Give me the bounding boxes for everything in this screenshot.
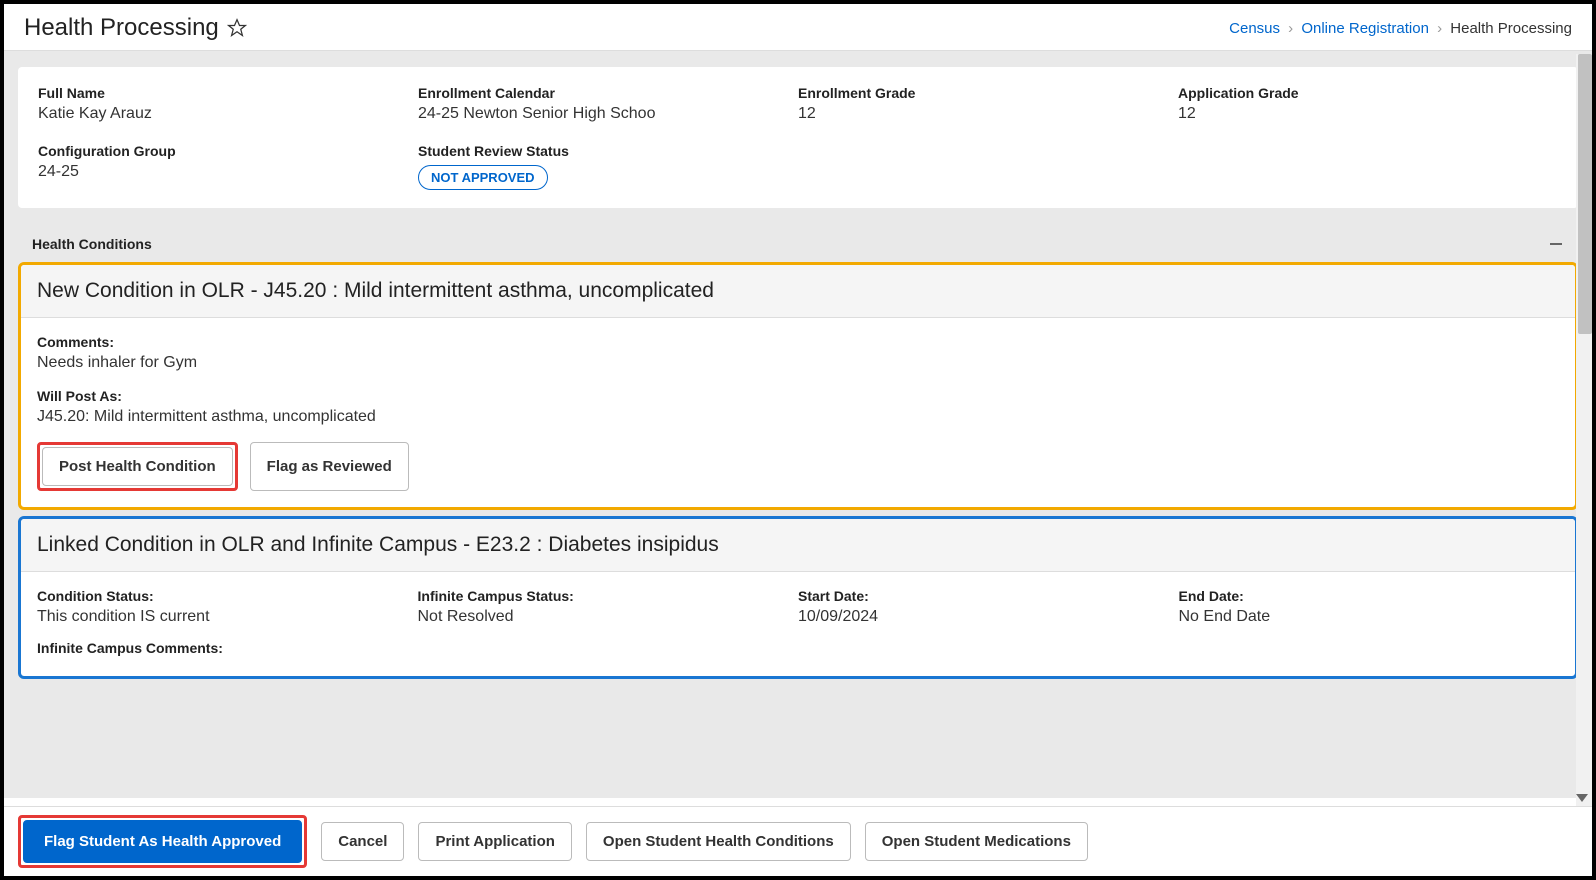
- comments-label: Comments:: [37, 334, 1559, 350]
- config-group-label: Configuration Group: [38, 143, 418, 159]
- chevron-right-icon: ›: [1437, 20, 1442, 37]
- breadcrumb-online-registration[interactable]: Online Registration: [1301, 20, 1429, 37]
- end-date-label: End Date:: [1179, 588, 1560, 604]
- linked-condition-header: Linked Condition in OLR and Infinite Cam…: [21, 519, 1575, 572]
- flag-as-reviewed-button[interactable]: Flag as Reviewed: [250, 442, 409, 491]
- condition-status-label: Condition Status:: [37, 588, 418, 604]
- cancel-button[interactable]: Cancel: [321, 822, 404, 861]
- info-full-name: Full Name Katie Kay Arauz: [38, 85, 418, 123]
- breadcrumb: Census › Online Registration › Health Pr…: [1229, 20, 1572, 37]
- end-date-value: No End Date: [1179, 608, 1560, 626]
- info-review-status: Student Review Status NOT APPROVED: [418, 143, 798, 190]
- infinite-campus-status: Infinite Campus Status: Not Resolved: [418, 588, 799, 640]
- student-info-card: Full Name Katie Kay Arauz Enrollment Cal…: [18, 67, 1578, 208]
- action-footer: Flag Student As Health Approved Cancel P…: [4, 806, 1592, 876]
- campus-status-value: Not Resolved: [418, 608, 799, 626]
- start-date: Start Date: 10/09/2024: [798, 588, 1179, 640]
- page-title: Health Processing: [24, 14, 219, 42]
- scrollbar-track[interactable]: [1576, 54, 1592, 806]
- open-student-medications-button[interactable]: Open Student Medications: [865, 822, 1088, 861]
- linked-condition-card: Linked Condition in OLR and Infinite Cam…: [18, 516, 1578, 679]
- breadcrumb-current: Health Processing: [1450, 20, 1572, 37]
- application-grade-label: Application Grade: [1178, 85, 1558, 101]
- full-name-value: Katie Kay Arauz: [38, 105, 418, 123]
- application-grade-value: 12: [1178, 105, 1558, 123]
- highlight-box-red: Flag Student As Health Approved: [18, 815, 307, 868]
- status-badge: NOT APPROVED: [418, 165, 548, 190]
- comments-value: Needs inhaler for Gym: [37, 354, 1559, 372]
- print-application-button[interactable]: Print Application: [418, 822, 571, 861]
- condition-status: Condition Status: This condition IS curr…: [37, 588, 418, 640]
- favorite-star-icon[interactable]: [227, 18, 247, 38]
- start-date-value: 10/09/2024: [798, 608, 1179, 626]
- open-student-health-conditions-button[interactable]: Open Student Health Conditions: [586, 822, 851, 861]
- health-conditions-section-bar[interactable]: Health Conditions: [18, 226, 1578, 262]
- highlight-box-red: Post Health Condition: [37, 442, 238, 491]
- new-condition-card: New Condition in OLR - J45.20 : Mild int…: [18, 262, 1578, 510]
- post-health-condition-button[interactable]: Post Health Condition: [42, 447, 233, 486]
- enrollment-calendar-value: 24-25 Newton Senior High Schoo: [418, 105, 798, 123]
- full-name-label: Full Name: [38, 85, 418, 101]
- section-title: Health Conditions: [32, 236, 152, 252]
- condition-status-value: This condition IS current: [37, 608, 418, 626]
- collapse-icon[interactable]: [1548, 236, 1564, 252]
- campus-comments-label: Infinite Campus Comments:: [37, 640, 1559, 656]
- scrollbar-thumb[interactable]: [1578, 54, 1592, 334]
- config-group-value: 24-25: [38, 163, 418, 181]
- enrollment-grade-label: Enrollment Grade: [798, 85, 1178, 101]
- will-post-value: J45.20: Mild intermittent asthma, uncomp…: [37, 408, 1559, 426]
- info-enrollment-grade: Enrollment Grade 12: [798, 85, 1178, 123]
- chevron-right-icon: ›: [1288, 20, 1293, 37]
- enrollment-calendar-label: Enrollment Calendar: [418, 85, 798, 101]
- review-status-label: Student Review Status: [418, 143, 798, 159]
- info-enrollment-calendar: Enrollment Calendar 24-25 Newton Senior …: [418, 85, 798, 123]
- scroll-down-arrow-icon[interactable]: [1576, 794, 1588, 802]
- flag-student-approved-button[interactable]: Flag Student As Health Approved: [23, 820, 302, 863]
- content-area: Full Name Katie Kay Arauz Enrollment Cal…: [4, 51, 1592, 798]
- info-application-grade: Application Grade 12: [1178, 85, 1558, 123]
- page-header: Health Processing Census › Online Regist…: [4, 4, 1592, 51]
- will-post-label: Will Post As:: [37, 388, 1559, 404]
- info-config-group: Configuration Group 24-25: [38, 143, 418, 190]
- enrollment-grade-value: 12: [798, 105, 1178, 123]
- breadcrumb-census[interactable]: Census: [1229, 20, 1280, 37]
- infinite-campus-comments: Infinite Campus Comments:: [37, 640, 1559, 660]
- new-condition-header: New Condition in OLR - J45.20 : Mild int…: [21, 265, 1575, 318]
- start-date-label: Start Date:: [798, 588, 1179, 604]
- end-date: End Date: No End Date: [1179, 588, 1560, 640]
- campus-status-label: Infinite Campus Status:: [418, 588, 799, 604]
